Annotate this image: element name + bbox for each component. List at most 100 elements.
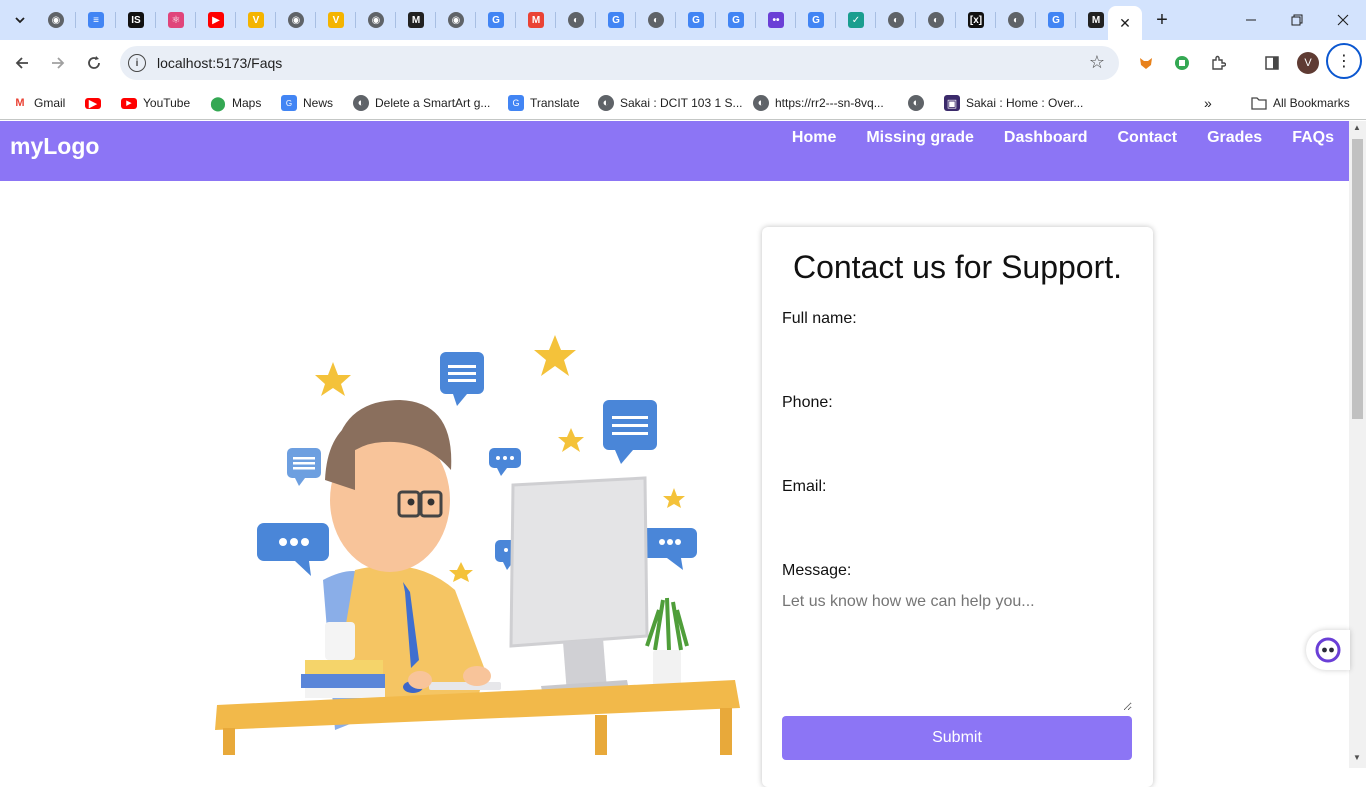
message-textarea[interactable] <box>782 593 1132 711</box>
bookmark-youtube[interactable]: ▶ YouTube <box>121 92 190 114</box>
bookmark-sakai-home[interactable]: ▣ Sakai : Home : Over... <box>944 92 1083 114</box>
phone-input[interactable] <box>782 421 1132 451</box>
address-bar[interactable]: i localhost:5173/Faqs ☆ <box>120 46 1119 80</box>
site-info-icon[interactable]: i <box>128 54 146 72</box>
google-icon: G <box>488 12 504 28</box>
browser-tab[interactable]: •• <box>756 0 796 40</box>
bookmark-translate[interactable]: G Translate <box>508 92 580 114</box>
check-icon: ✓ <box>848 12 864 28</box>
bookmark-rr2[interactable]: ◐ https://rr2---sn-8vq... <box>753 92 884 114</box>
browser-tab[interactable]: M <box>396 0 436 40</box>
globe-icon: ◐ <box>568 12 584 28</box>
browser-tab[interactable]: ◉ <box>436 0 476 40</box>
nav-dashboard[interactable]: Dashboard <box>1004 129 1088 147</box>
browser-tab[interactable]: ◐ <box>916 0 956 40</box>
bookmark-globe[interactable]: ◐ <box>908 92 930 114</box>
extension-fox-icon[interactable] <box>1135 52 1157 74</box>
extensions-puzzle-icon[interactable] <box>1207 52 1229 74</box>
bookmark-label: Sakai : DCIT 103 1 S... <box>620 96 743 110</box>
bookmarks-more-icon[interactable]: » <box>1204 92 1212 114</box>
chrome-icon: ◉ <box>448 12 464 28</box>
nav-faqs[interactable]: FAQs <box>1292 129 1334 147</box>
browser-tab[interactable]: V <box>236 0 276 40</box>
translate-icon: G <box>508 95 524 111</box>
browser-tab[interactable]: ⚛ <box>156 0 196 40</box>
browser-tab[interactable]: ◐ <box>996 0 1036 40</box>
news-icon: G <box>281 95 297 111</box>
minimize-button[interactable] <box>1228 0 1274 40</box>
new-tab-button[interactable]: + <box>1150 8 1174 32</box>
google-icon: G <box>728 12 744 28</box>
assistant-bot-icon[interactable] <box>1306 630 1350 670</box>
extension-green-icon[interactable] <box>1171 52 1193 74</box>
nav-contact[interactable]: Contact <box>1118 129 1178 147</box>
star-icon <box>663 488 685 508</box>
bookmark-label: News <box>303 96 334 110</box>
globe-icon: ◐ <box>1008 12 1024 28</box>
scrollbar-thumb[interactable] <box>1352 139 1363 419</box>
site-logo[interactable]: myLogo <box>10 133 99 160</box>
browser-tab[interactable]: IS <box>116 0 156 40</box>
active-tab[interactable]: ✕ <box>1108 6 1142 40</box>
profile-avatar[interactable]: V <box>1297 52 1319 74</box>
bookmark-label: Sakai : Home : Over... <box>966 96 1084 110</box>
browser-menu-icon[interactable]: ⋮ <box>1326 43 1362 79</box>
browser-tab[interactable]: ▶ <box>196 0 236 40</box>
full-name-input[interactable] <box>782 337 1132 367</box>
tab-search-chevron-icon[interactable] <box>6 6 34 34</box>
browser-tab[interactable]: ◉ <box>276 0 316 40</box>
bookmark-maps[interactable]: ⬤ Maps <box>210 92 261 114</box>
all-bookmarks[interactable]: All Bookmarks <box>1251 92 1350 114</box>
nav-missing-grade[interactable]: Missing grade <box>866 129 974 147</box>
browser-tab[interactable]: [x] <box>956 0 996 40</box>
bookmark-star-icon[interactable]: ☆ <box>1089 52 1105 73</box>
reload-button[interactable] <box>80 49 108 77</box>
nav-home[interactable]: Home <box>792 129 836 147</box>
email-input[interactable] <box>782 505 1132 535</box>
browser-tab[interactable]: G <box>716 0 756 40</box>
close-window-button[interactable] <box>1320 0 1366 40</box>
forward-button[interactable] <box>44 49 72 77</box>
browser-tab[interactable]: G <box>676 0 716 40</box>
scroll-up-arrow-icon[interactable]: ▲ <box>1353 123 1361 132</box>
side-panel-icon[interactable] <box>1261 52 1283 74</box>
restore-button[interactable] <box>1274 0 1320 40</box>
star-icon <box>534 335 576 376</box>
browser-tab[interactable]: ◐ <box>556 0 596 40</box>
bookmark-youtube-plain[interactable]: ▶ <box>85 92 107 114</box>
all-bookmarks-label: All Bookmarks <box>1273 96 1350 110</box>
submit-button[interactable]: Submit <box>782 716 1132 760</box>
maps-icon: ⬤ <box>210 94 226 111</box>
m-icon: M <box>1088 12 1104 28</box>
bookmark-gmail[interactable]: M Gmail <box>12 92 65 114</box>
browser-tab[interactable]: G <box>796 0 836 40</box>
tab-close-icon[interactable]: ✕ <box>1119 15 1131 32</box>
browser-tab[interactable]: ✓ <box>836 0 876 40</box>
browser-tab[interactable]: ◉ <box>356 0 396 40</box>
google-icon: G <box>608 12 624 28</box>
url-text[interactable]: localhost:5173/Faqs <box>157 55 282 71</box>
globe-icon: ◐ <box>928 12 944 28</box>
youtube-icon: ▶ <box>121 97 137 109</box>
browser-tab[interactable]: ◐ <box>636 0 676 40</box>
browser-tab[interactable]: G <box>476 0 516 40</box>
browser-tab[interactable]: M <box>516 0 556 40</box>
scroll-down-arrow-icon[interactable]: ▼ <box>1353 753 1361 762</box>
bookmark-smartart[interactable]: ◐ Delete a SmartArt g... <box>353 92 490 114</box>
browser-tab[interactable]: ◉ <box>36 0 76 40</box>
browser-tab[interactable]: ◐ <box>876 0 916 40</box>
browser-tab[interactable]: G <box>1036 0 1076 40</box>
bookmark-sakai-dcit[interactable]: ◐ Sakai : DCIT 103 1 S... <box>598 92 743 114</box>
browser-tab[interactable]: V <box>316 0 356 40</box>
bookmark-news[interactable]: G News <box>281 92 333 114</box>
folder-icon <box>1251 95 1267 111</box>
back-button[interactable] <box>8 49 36 77</box>
bot-icon: •• <box>768 12 784 28</box>
browser-tab[interactable]: ≡ <box>76 0 116 40</box>
chat-bubble-icon <box>641 528 697 570</box>
nav-grades[interactable]: Grades <box>1207 129 1262 147</box>
page-scrollbar[interactable]: ▲ ▼ <box>1349 121 1366 768</box>
translate-icon: G <box>688 12 704 28</box>
browser-tab[interactable]: G <box>596 0 636 40</box>
code-icon: [x] <box>968 12 984 28</box>
